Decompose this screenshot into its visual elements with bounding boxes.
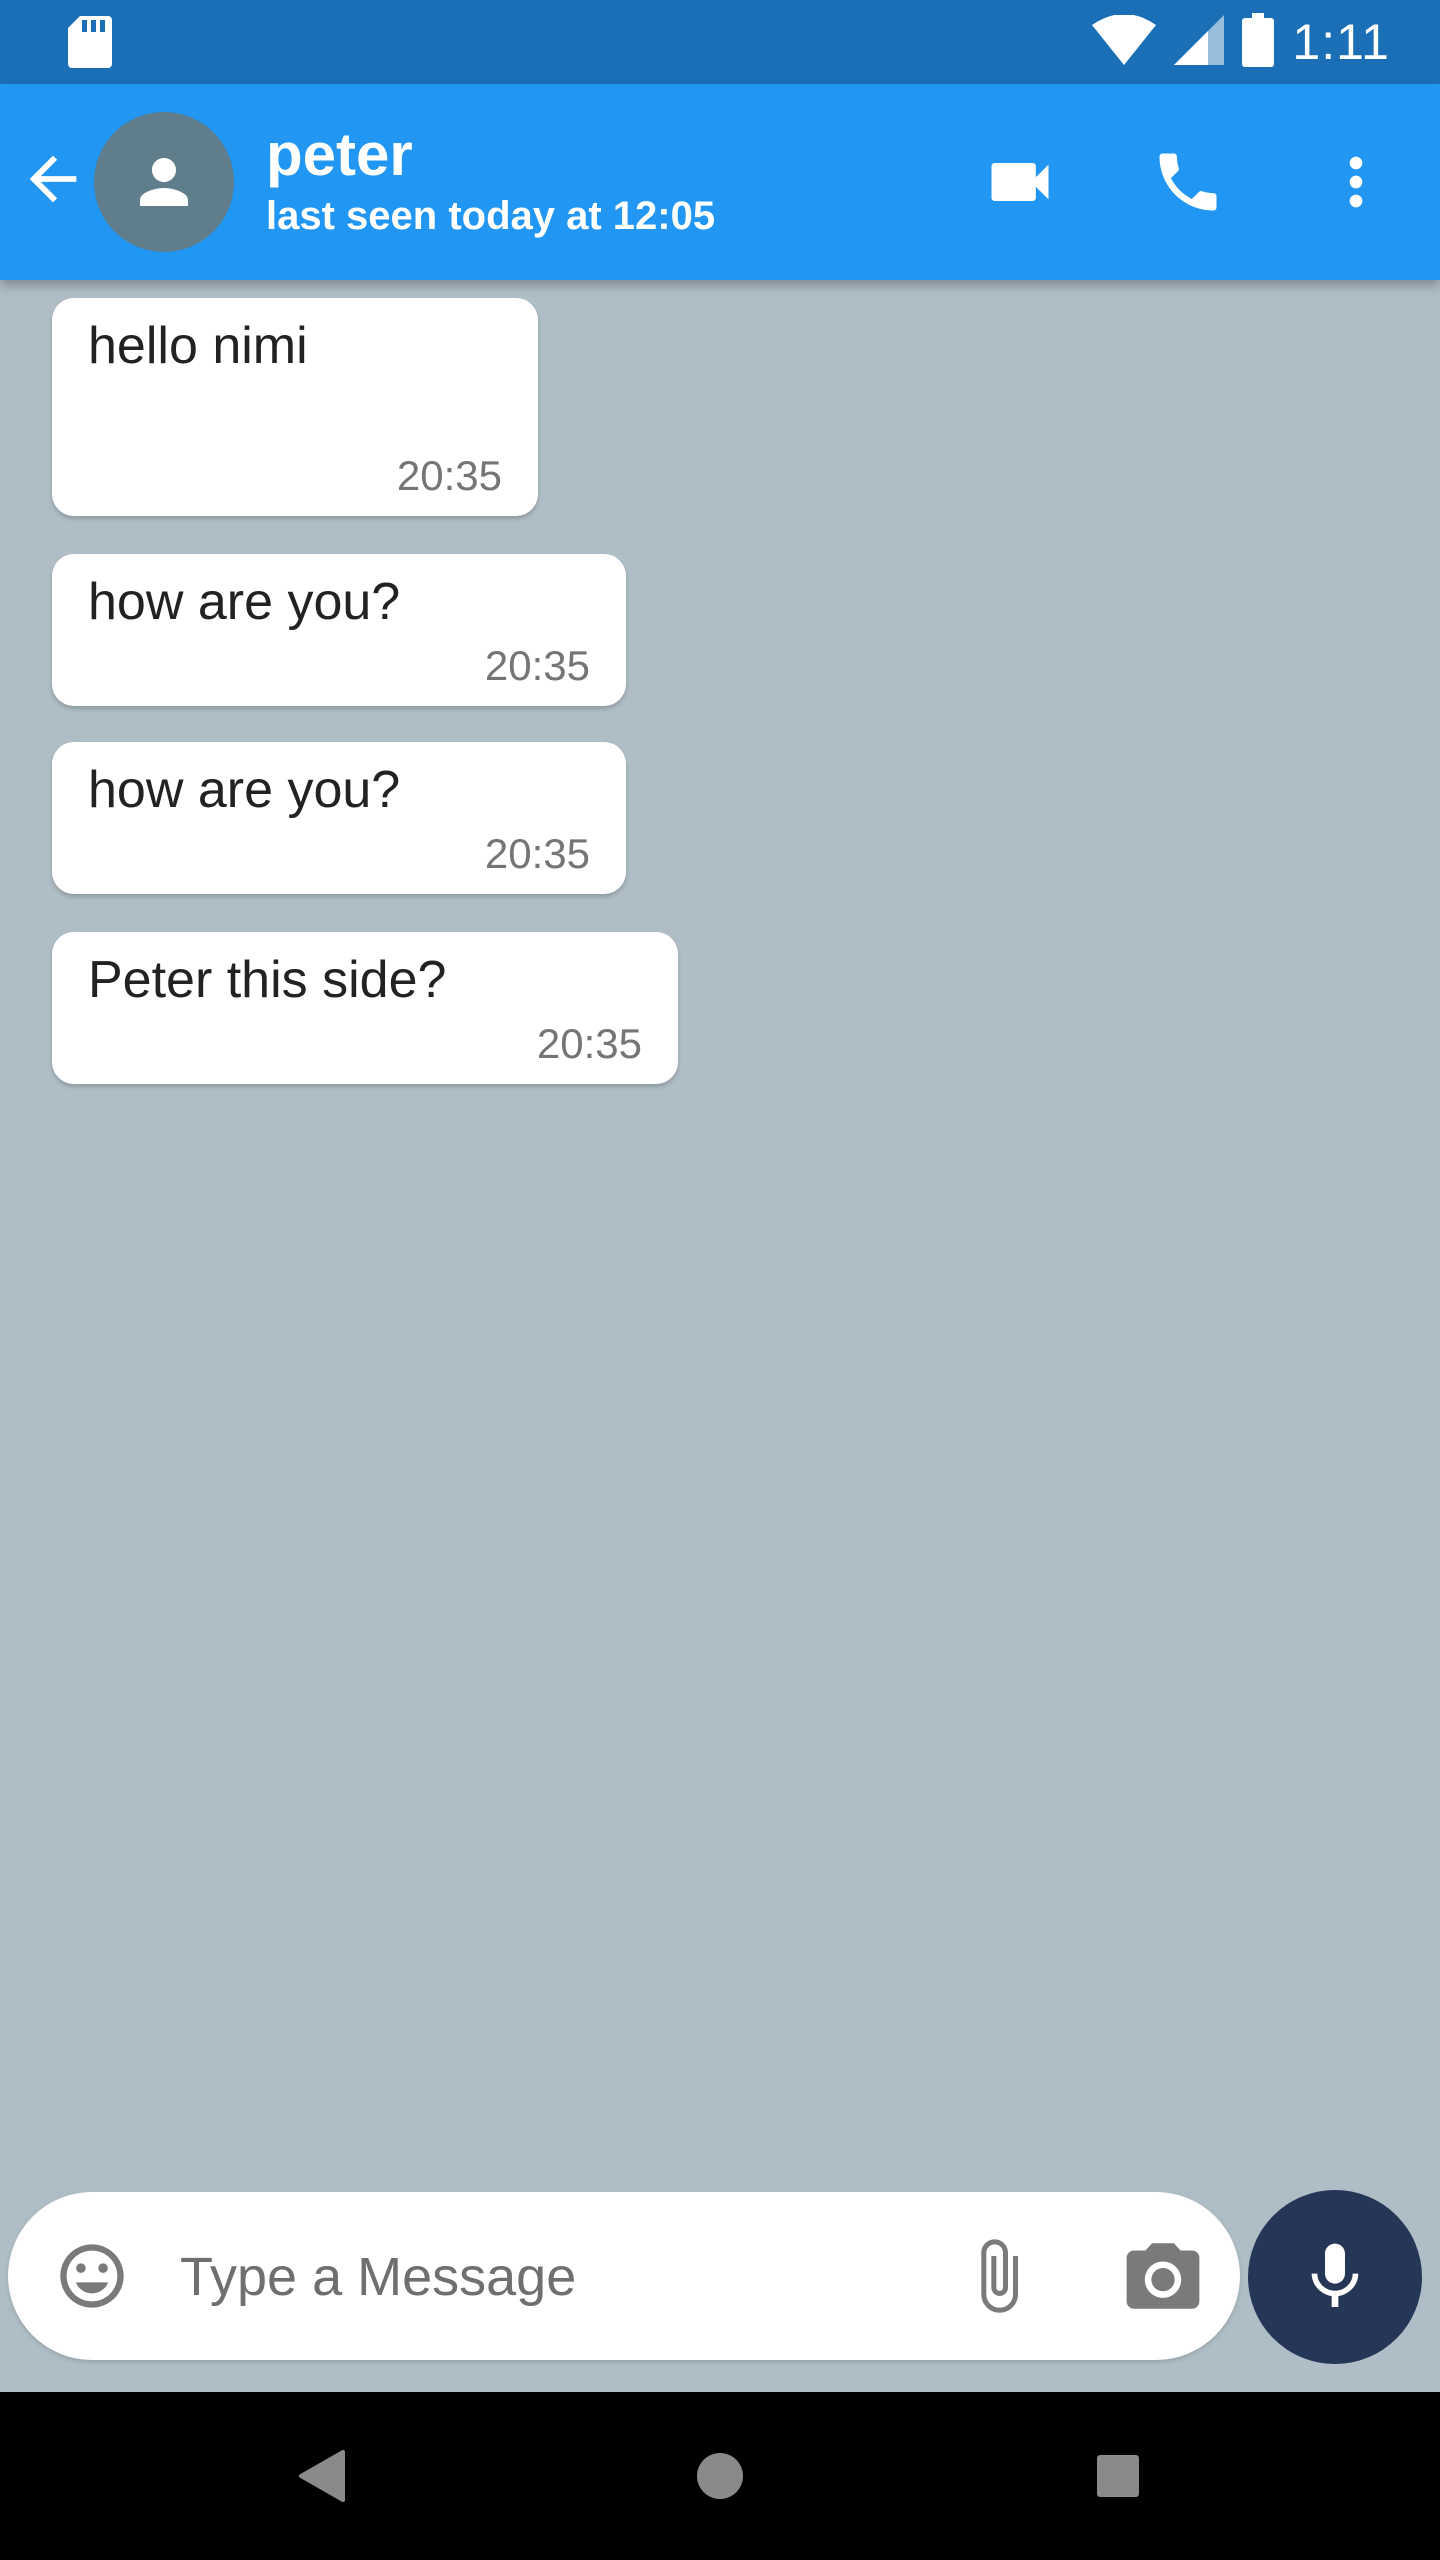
nav-back-icon[interactable] [282,2436,362,2516]
signal-icon [1174,14,1225,70]
message-bubble[interactable]: how are you? 20:35 [52,742,626,894]
wifi-icon [1092,13,1157,70]
message-bubble[interactable]: how are you? 20:35 [52,554,626,706]
mic-button[interactable] [1248,2190,1422,2364]
message-time: 20:35 [484,642,590,689]
emoji-icon[interactable] [54,2238,130,2314]
status-bar: 1:11 [0,0,1440,84]
attach-icon[interactable] [958,2234,1038,2318]
message-text: Peter this side? [88,951,447,1009]
chat-header: peter last seen today at 12:05 [0,84,1440,280]
more-vert-icon[interactable] [1314,140,1398,224]
phone-icon[interactable] [1146,140,1230,224]
system-nav-bar [0,2392,1440,2560]
message-time: 20:35 [536,1020,642,1067]
contact-name[interactable]: peter [266,120,413,189]
battery-icon [1242,12,1275,72]
message-bubble[interactable]: Peter this side? 20:35 [52,932,678,1084]
video-call-icon[interactable] [978,140,1062,224]
message-composer [8,2192,1240,2360]
message-time: 20:35 [396,452,502,499]
status-time: 1:11 [1292,14,1390,70]
nav-recents-icon[interactable] [1078,2436,1158,2516]
message-text: how are you? [88,573,401,631]
message-bubble[interactable]: hello nimi 20:35 [52,298,538,516]
avatar[interactable] [94,112,234,252]
message-text: how are you? [88,761,401,819]
message-input[interactable] [178,2228,902,2326]
message-text: hello nimi [88,317,308,375]
message-list[interactable]: hello nimi 20:35 how are you? 20:35 how … [0,280,1440,2180]
camera-icon[interactable] [1118,2236,1208,2316]
person-icon [140,158,188,206]
nav-home-icon[interactable] [680,2436,760,2516]
back-arrow-icon[interactable] [18,144,88,214]
last-seen-status: last seen today at 12:05 [266,194,716,238]
message-time: 20:35 [484,830,590,877]
mic-icon [1311,2243,1359,2307]
sd-card-icon [68,16,112,73]
